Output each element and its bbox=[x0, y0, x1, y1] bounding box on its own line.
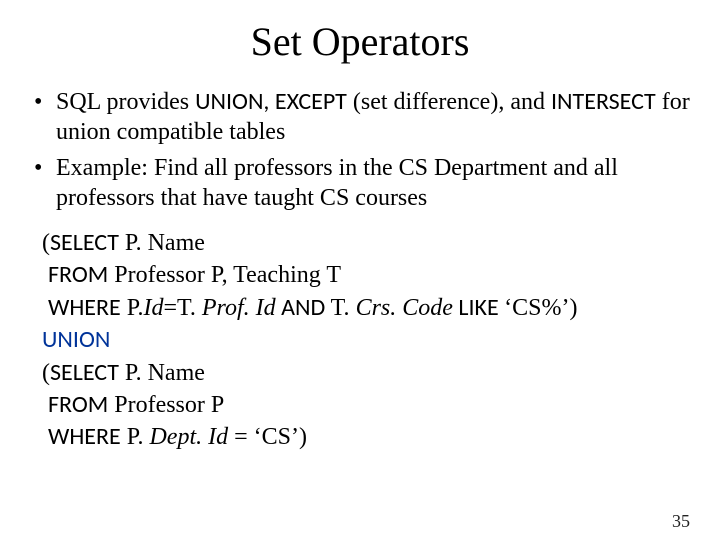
sql-l3-profid: Prof. Id bbox=[202, 295, 276, 321]
sql-l7-rest: = ‘CS’) bbox=[228, 424, 307, 450]
select-kw-2: SELECT bbox=[50, 358, 119, 387]
sql-l2-rest: Professor P, Teaching T bbox=[108, 262, 341, 288]
bullet-1-kw2: INTERSECT bbox=[551, 87, 656, 116]
page-number: 35 bbox=[672, 511, 690, 532]
sql-block: (SELECT P. Name FROM Professor P, Teachi… bbox=[42, 227, 690, 454]
sql-l3-eq: =T. bbox=[163, 295, 201, 321]
sql-l3-id: Id bbox=[143, 295, 163, 321]
like-kw: LIKE bbox=[453, 293, 504, 322]
union-kw: UNION bbox=[42, 325, 110, 354]
open-paren: ( bbox=[42, 230, 50, 256]
sql-l3-a: P. bbox=[121, 295, 144, 321]
sql-line-2: FROM Professor P, Teaching T bbox=[42, 259, 690, 291]
sql-line-4: UNION bbox=[42, 324, 690, 356]
slide: Set Operators SQL provides UNION, EXCEPT… bbox=[0, 18, 720, 540]
sql-line-3: WHERE P.Id=T. Prof. Id AND T. Crs. Code … bbox=[42, 292, 690, 324]
sql-l6-rest: Professor P bbox=[108, 392, 224, 418]
sql-l1-rest: P. Name bbox=[119, 230, 205, 256]
where-kw-1: WHERE bbox=[48, 293, 121, 322]
sql-line-7: WHERE P. Dept. Id = ‘CS’) bbox=[42, 421, 690, 453]
bullet-2: Example: Find all professors in the CS D… bbox=[30, 153, 690, 213]
sql-l7-a: P. bbox=[121, 424, 150, 450]
bullet-1: SQL provides UNION, EXCEPT (set differen… bbox=[30, 87, 690, 147]
sql-l7-deptid: Dept. Id bbox=[149, 424, 228, 450]
sql-l3-b: T. bbox=[331, 295, 356, 321]
from-kw-1: FROM bbox=[48, 260, 108, 289]
from-kw-2: FROM bbox=[48, 390, 108, 419]
sql-l5-rest: P. Name bbox=[119, 360, 205, 386]
sql-l3-lit: ‘CS%’) bbox=[504, 295, 577, 321]
bullet-1-pre: SQL provides bbox=[56, 89, 195, 115]
bullet-1-kw1: UNION, EXCEPT bbox=[195, 87, 347, 116]
sql-line-5: (SELECT P. Name bbox=[42, 357, 690, 389]
where-kw-2: WHERE bbox=[48, 422, 121, 451]
slide-title: Set Operators bbox=[0, 18, 720, 65]
sql-line-1: (SELECT P. Name bbox=[42, 227, 690, 259]
bullet-list: SQL provides UNION, EXCEPT (set differen… bbox=[30, 87, 690, 213]
sql-line-6: FROM Professor P bbox=[42, 389, 690, 421]
select-kw-1: SELECT bbox=[50, 228, 119, 257]
bullet-1-mid1: (set difference), and bbox=[347, 89, 551, 115]
open-paren-2: ( bbox=[42, 360, 50, 386]
sql-l3-crs: Crs. Code bbox=[356, 295, 453, 321]
and-kw: AND bbox=[276, 293, 331, 322]
